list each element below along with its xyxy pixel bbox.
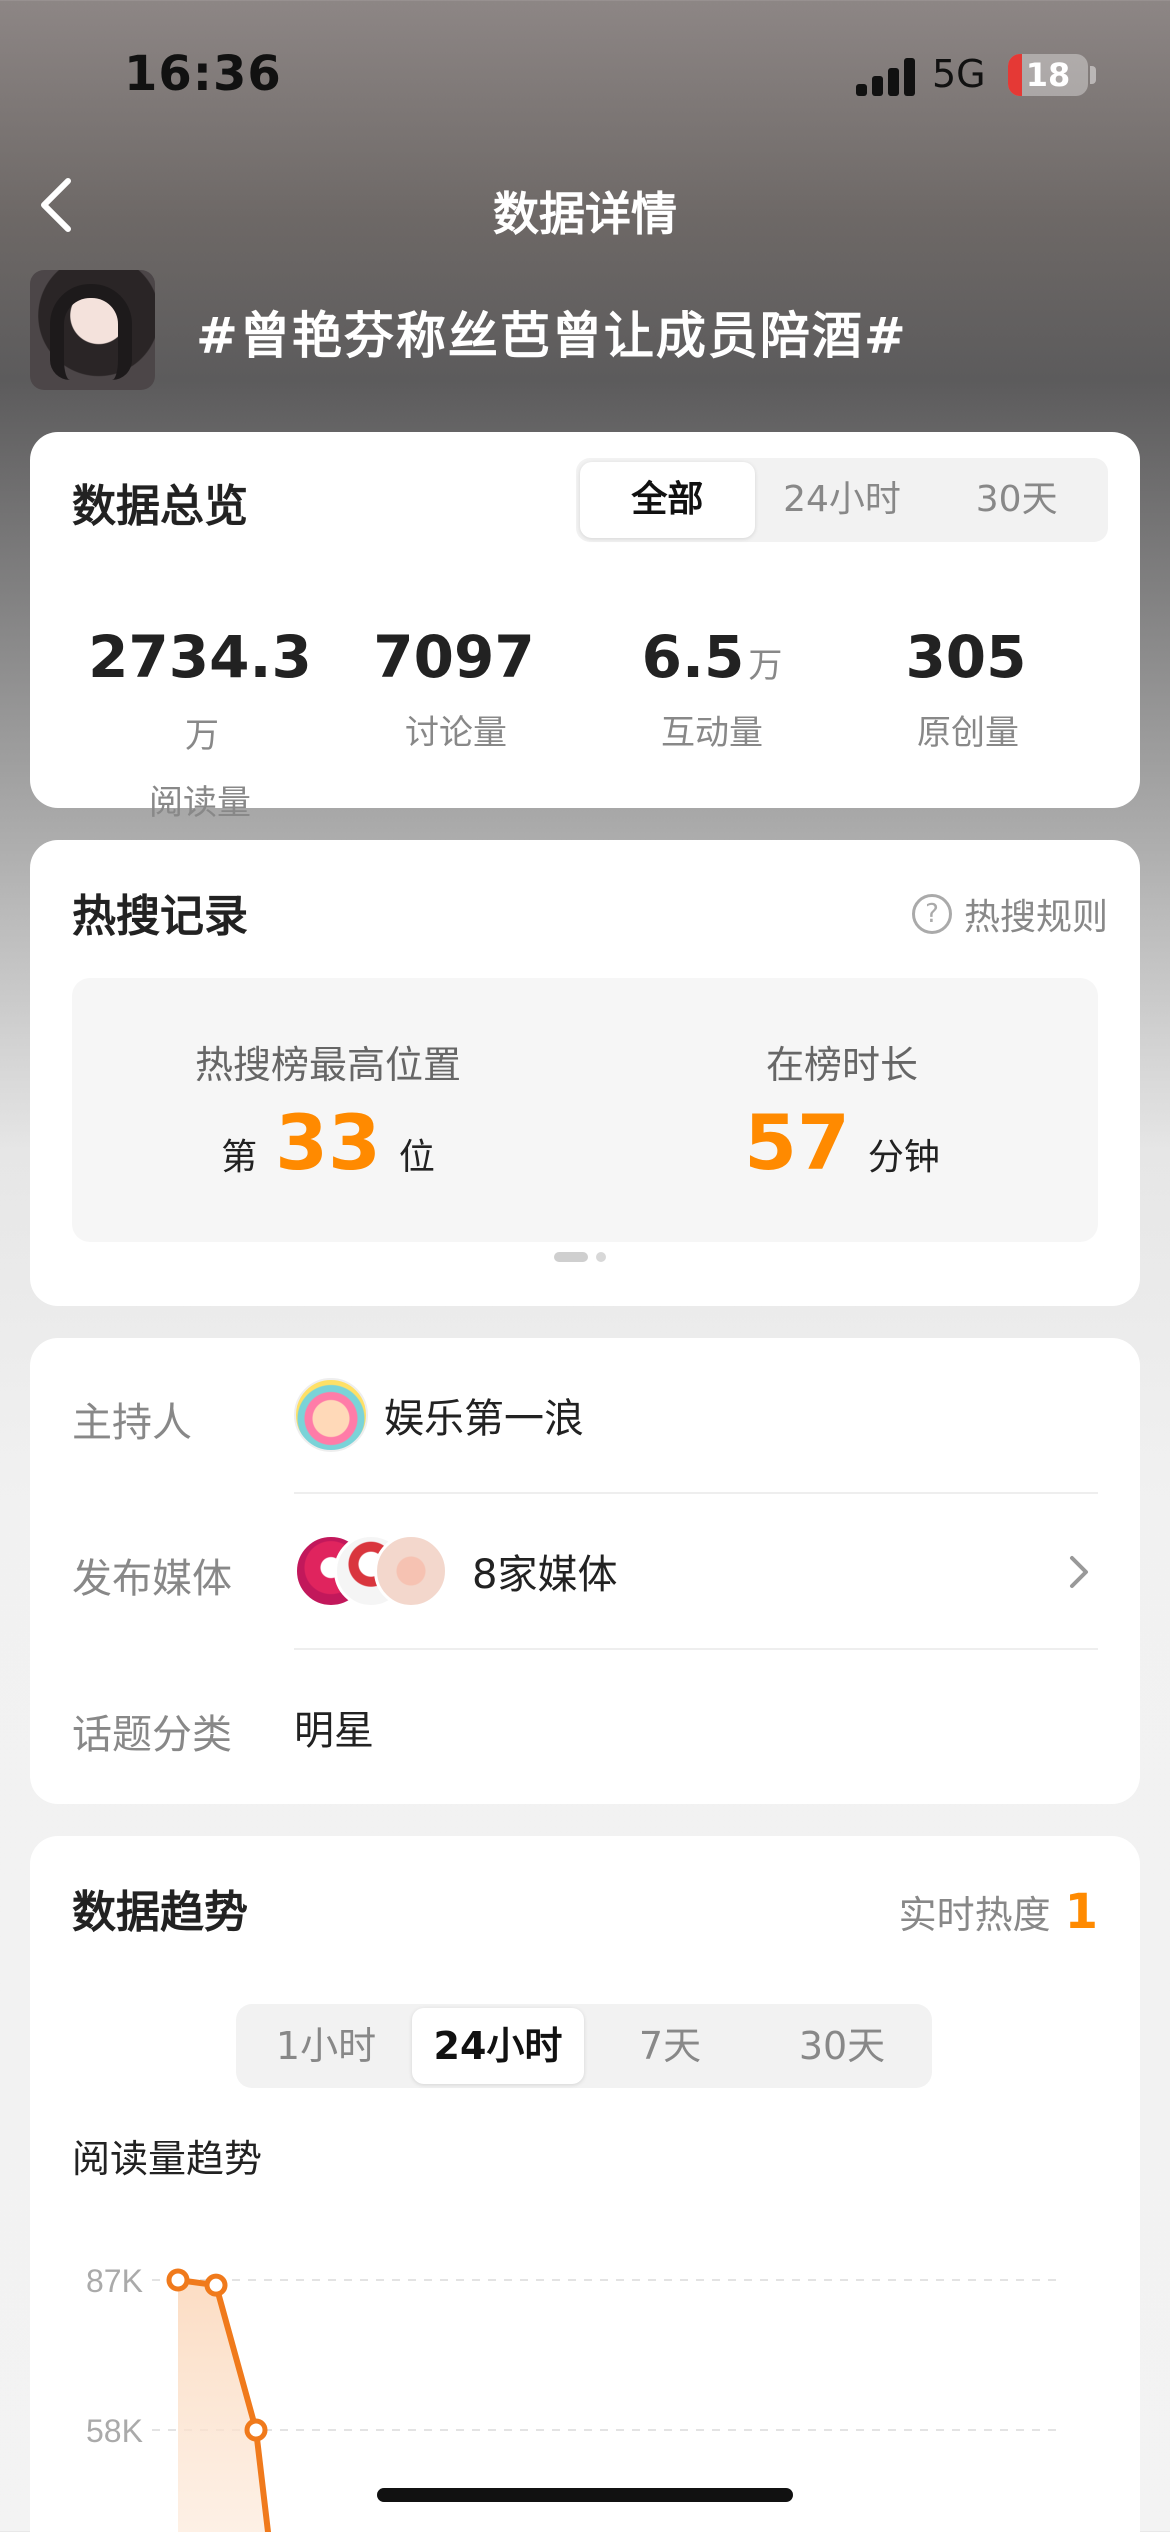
tab-24h[interactable]: 24小时: [755, 462, 930, 538]
realtime-label: 实时热度: [898, 1893, 1051, 1937]
overview-heading: 数据总览: [72, 481, 248, 532]
trend-card: 数据趋势 实时热度 1 1小时 24小时 7天 30天 阅读量趋势 87K 58K: [30, 1836, 1140, 2532]
network-type: 5G: [932, 52, 986, 96]
realtime-value: 1: [1064, 1884, 1098, 1940]
tab-all[interactable]: 全部: [580, 462, 755, 538]
data-point: [166, 2268, 190, 2292]
status-bar: 16:36 5G 18: [0, 0, 1170, 150]
rules-label: 热搜规则: [963, 897, 1108, 938]
realtime-heat: 实时热度 1: [899, 1884, 1098, 1940]
battery-tip: [1090, 66, 1096, 84]
battery-level: 18: [1025, 56, 1071, 94]
status-time: 16:36: [124, 46, 282, 102]
highest-rank-title: 热搜榜最高位置: [194, 1043, 461, 1087]
host-label: 主持人: [72, 1400, 192, 1446]
data-point: [244, 2418, 268, 2442]
topic-avatar[interactable]: [30, 270, 155, 390]
tab-30d[interactable]: 30天: [929, 462, 1104, 538]
hot-search-card: 热搜记录 ? 热搜规则 热搜榜最高位置 第 33 位 在榜时长 57 分钟: [30, 840, 1140, 1306]
hot-search-rules-link[interactable]: ? 热搜规则: [911, 888, 1108, 940]
chart-title: 阅读量趋势: [72, 2137, 263, 2181]
stat-reads-value: 2734.3: [88, 623, 312, 691]
signal-icon: [856, 58, 916, 96]
media-count: 8家媒体: [472, 1552, 618, 1598]
media-avatar-3: [374, 1534, 448, 1608]
duration-suffix: 分钟: [867, 1137, 940, 1178]
on-list-duration: 在榜时长 57 分钟: [642, 1034, 1042, 1185]
stat-originals: 305 原创量: [838, 622, 1098, 754]
stat-discussions: 7097 讨论量: [326, 622, 586, 754]
home-indicator: [377, 2488, 793, 2502]
duration-value: 57: [744, 1098, 850, 1187]
category-row: 话题分类 明星: [72, 1650, 1098, 1806]
stat-discussions-label: 讨论量: [405, 713, 507, 753]
topic-title: #曾艳芬称丝芭曾让成员陪酒#: [196, 307, 908, 365]
overview-range-tabs: 全部 24小时 30天: [576, 458, 1108, 542]
data-point: [204, 2273, 228, 2297]
stat-reads-unit: 万: [185, 716, 219, 756]
stat-discussions-value: 7097: [373, 623, 535, 691]
highest-rank-prefix: 第: [221, 1137, 258, 1178]
stat-originals-value: 305: [905, 623, 1027, 691]
hot-search-summary: 热搜榜最高位置 第 33 位 在榜时长 57 分钟: [72, 978, 1098, 1242]
stat-interactions-label: 互动量: [661, 713, 763, 753]
highest-rank: 热搜榜最高位置 第 33 位: [128, 1034, 528, 1185]
overview-card: 数据总览 全部 24小时 30天 2734.3 万 阅读量 7097 讨论量 6.…: [30, 432, 1140, 823]
duration-title: 在榜时长: [765, 1043, 918, 1087]
stat-reads-label: 阅读量: [149, 783, 251, 823]
chevron-right-icon: [1070, 1556, 1088, 1588]
y-tick-label: 58K: [86, 2413, 143, 2449]
highest-rank-value: 33: [275, 1098, 381, 1187]
media-label: 发布媒体: [72, 1556, 232, 1602]
host-avatar: [294, 1378, 368, 1452]
host-row[interactable]: 主持人 娱乐第一浪: [72, 1338, 1098, 1494]
y-tick-label: 87K: [86, 2263, 143, 2299]
highest-rank-suffix: 位: [398, 1137, 435, 1178]
tab-24h[interactable]: 24小时: [412, 2008, 584, 2084]
stat-originals-label: 原创量: [917, 713, 1019, 753]
tab-1h[interactable]: 1小时: [240, 2008, 412, 2084]
reads-trend-chart[interactable]: 87K 58K: [30, 2216, 1140, 2532]
topic-info-card: 主持人 娱乐第一浪 发布媒体 8家媒体 话题分类 明星: [30, 1338, 1140, 1804]
tab-7d[interactable]: 7天: [584, 2008, 756, 2084]
stat-interactions-unit: 万: [748, 646, 783, 686]
stat-interactions-value: 6.5: [641, 623, 745, 691]
stat-reads: 2734.3 万 阅读量: [70, 622, 330, 824]
question-icon: ?: [911, 894, 952, 934]
host-name: 娱乐第一浪: [384, 1396, 584, 1442]
trend-range-tabs: 1小时 24小时 7天 30天: [236, 2004, 932, 2088]
battery-icon: 18: [1008, 54, 1088, 96]
stat-interactions: 6.5 万 互动量: [582, 622, 842, 754]
page-title: 数据详情: [493, 187, 677, 241]
category-label: 话题分类: [72, 1712, 232, 1758]
trend-heading: 数据趋势: [72, 1887, 248, 1938]
media-row[interactable]: 发布媒体 8家媒体: [72, 1494, 1098, 1650]
hot-search-heading: 热搜记录: [72, 891, 248, 942]
tab-30d[interactable]: 30天: [756, 2008, 928, 2084]
category-value: 明星: [294, 1708, 374, 1754]
